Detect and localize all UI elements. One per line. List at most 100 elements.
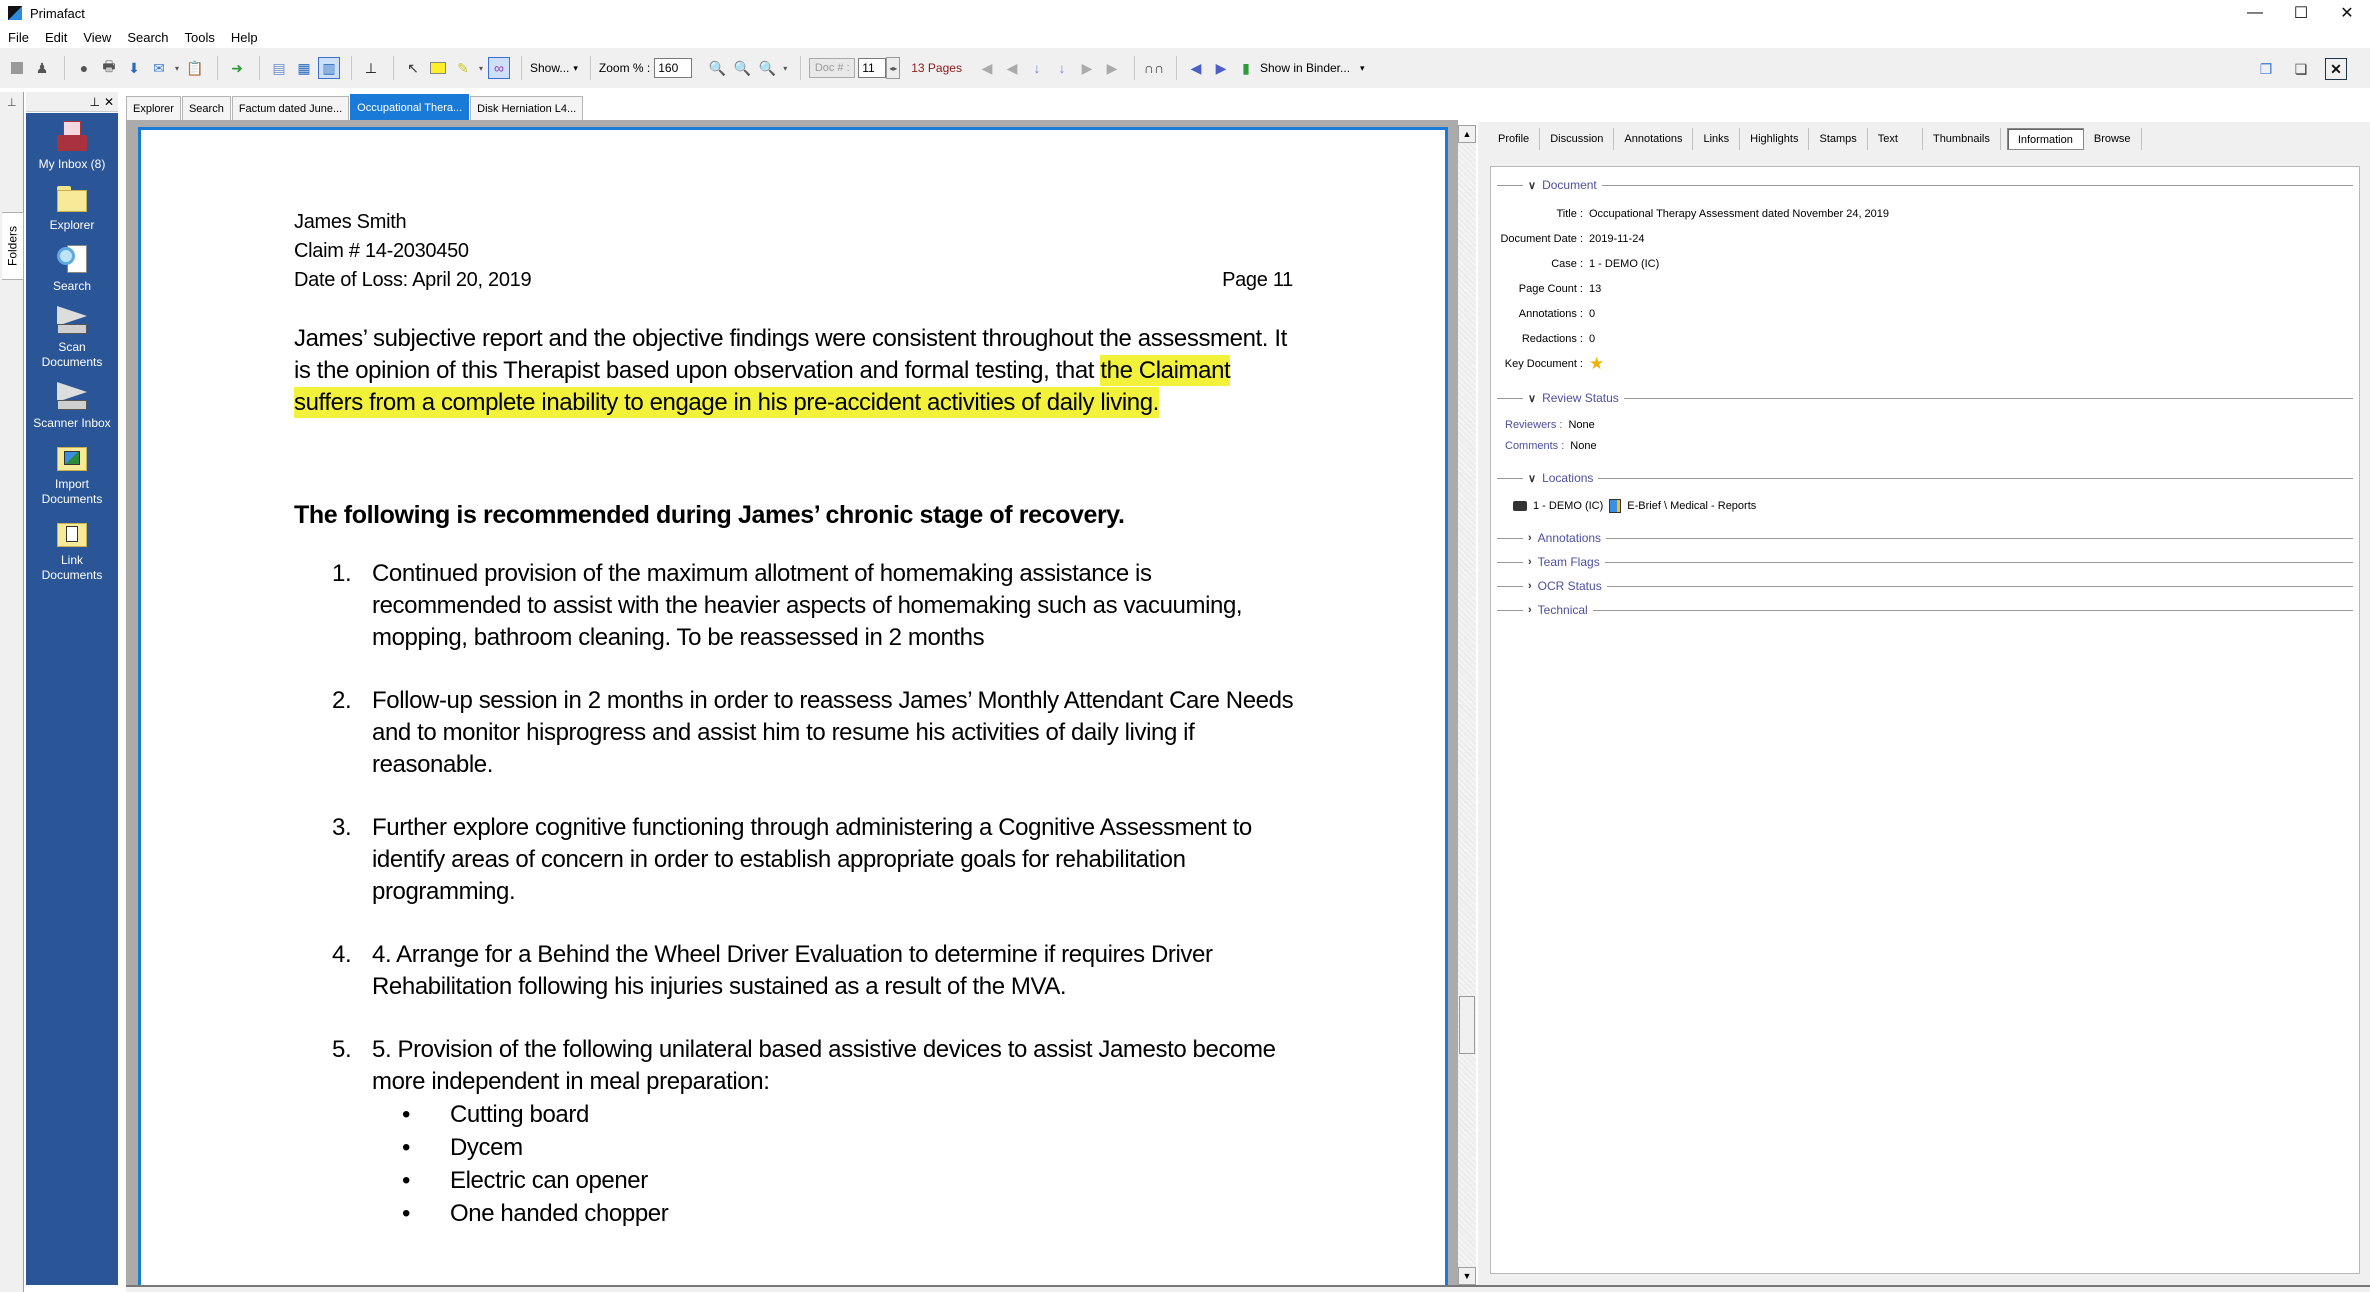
highlighter-icon[interactable]: ✎ — [452, 57, 474, 79]
split-view-icon[interactable]: ▥ — [318, 57, 340, 79]
tab-information[interactable]: Information — [2006, 128, 2084, 150]
tab-text[interactable]: Text — [1868, 128, 1923, 150]
stamp-icon[interactable]: ⊥ — [360, 57, 382, 79]
clipboard-icon[interactable]: 📋 — [184, 57, 206, 79]
section-document[interactable]: ∨ Document — [1497, 177, 2353, 193]
pin-icon[interactable]: ⊥ — [7, 96, 17, 109]
first-doc-icon[interactable]: ◀ — [976, 57, 998, 79]
zoom-in-icon[interactable]: 🔍 — [706, 57, 728, 79]
tab-thumbnails[interactable]: Thumbnails — [1923, 128, 2001, 150]
save-download-icon[interactable]: ⬇ — [123, 57, 145, 79]
dropdown-arrow-icon[interactable]: ▾ — [781, 57, 789, 79]
tab-disk-herniation[interactable]: Disk Herniation L4... — [470, 96, 584, 120]
tab-annotations[interactable]: Annotations — [1614, 128, 1694, 150]
binder-dropdown-icon[interactable]: ▾ — [1360, 63, 1365, 74]
export-arrow-icon[interactable]: ➜ — [226, 57, 248, 79]
menu-tools[interactable]: Tools — [183, 30, 217, 45]
minimize-button[interactable]: — — [2232, 0, 2278, 26]
document-page[interactable]: James Smith Claim # 14-2030450 Date of L… — [138, 127, 1448, 1285]
last-doc-icon[interactable]: ▶ — [1101, 57, 1123, 79]
email-icon[interactable]: ✉ — [148, 57, 170, 79]
location-binder-path[interactable]: E-Brief \ Medical - Reports — [1627, 500, 1756, 512]
chevron-right-icon[interactable]: › — [1528, 604, 1532, 616]
sidebar-item-my-inbox[interactable]: My Inbox (8) — [26, 121, 118, 172]
tab-factum[interactable]: Factum dated June... — [231, 96, 350, 120]
chevron-down-icon[interactable]: ∨ — [1528, 179, 1536, 192]
sidebar-item-scanner-inbox[interactable]: Scanner Inbox — [26, 380, 118, 431]
zoom-out-icon[interactable]: 🔍 — [731, 57, 753, 79]
zoom-fit-icon[interactable]: 🔍 — [756, 57, 778, 79]
dropdown-arrow-icon[interactable]: ▾ — [477, 57, 485, 79]
single-page-view-icon[interactable]: ▤ — [268, 57, 290, 79]
binder-icon[interactable]: ▮ — [1235, 57, 1257, 79]
section-ocr-status[interactable]: › OCR Status — [1497, 578, 2353, 594]
tab-search[interactable]: Search — [181, 96, 231, 120]
tab-links[interactable]: Links — [1693, 128, 1741, 150]
section-team-flags[interactable]: › Team Flags — [1497, 554, 2353, 570]
sidebar-item-scan-documents[interactable]: Scan Documents — [26, 304, 118, 370]
thumbnail-view-icon[interactable]: ▦ — [293, 57, 315, 79]
menu-file[interactable]: File — [6, 30, 31, 45]
menu-view[interactable]: View — [81, 30, 113, 45]
tab-occupational-therapy[interactable]: Occupational Thera... — [350, 94, 470, 120]
print-icon[interactable]: 🖶 — [98, 57, 120, 79]
doc-number-button[interactable]: Doc # : — [809, 58, 856, 78]
stop-icon[interactable] — [6, 57, 28, 79]
chevron-right-icon[interactable]: › — [1528, 532, 1532, 544]
close-button[interactable]: ✕ — [2324, 0, 2370, 26]
folders-tab[interactable]: Folders — [2, 212, 24, 280]
link-icon[interactable]: ∞ — [488, 57, 510, 79]
dropdown-arrow-icon[interactable]: ▾ — [173, 57, 181, 79]
comment-icon[interactable]: ● — [73, 57, 95, 79]
menu-edit[interactable]: Edit — [43, 30, 69, 45]
section-locations[interactable]: ∨ Locations — [1497, 470, 2353, 486]
show-in-binder-button[interactable]: Show in Binder... — [1260, 61, 1350, 75]
doc-number-input[interactable]: 11 — [858, 58, 887, 78]
show-menu-button[interactable]: Show... — [530, 61, 569, 75]
show-dropdown-icon[interactable]: ▾ — [573, 63, 578, 74]
scrollbar-thumb[interactable] — [1459, 995, 1475, 1054]
next-doc-icon[interactable]: ▶ — [1076, 57, 1098, 79]
scroll-down-icon[interactable]: ▼ — [1458, 1267, 1476, 1285]
sidebar-item-link-documents[interactable]: Link Documents — [26, 517, 118, 583]
prev-page-icon[interactable]: ↓ — [1026, 57, 1048, 79]
sticky-note-icon[interactable] — [427, 57, 449, 79]
chevron-down-icon[interactable]: ∨ — [1528, 392, 1536, 405]
chevron-right-icon[interactable]: › — [1528, 580, 1532, 592]
tab-browse[interactable]: Browse — [2084, 128, 2142, 150]
menu-help[interactable]: Help — [229, 30, 260, 45]
section-technical[interactable]: › Technical — [1497, 602, 2353, 618]
next-page-icon[interactable]: ↓ — [1051, 57, 1073, 79]
pin-icon[interactable]: ⊥ — [89, 95, 99, 109]
close-sidebar-icon[interactable]: ✕ — [104, 95, 114, 109]
scroll-up-icon[interactable]: ▲ — [1458, 125, 1476, 143]
star-icon[interactable]: ★ — [1589, 354, 1604, 374]
forward-icon[interactable]: ▶ — [1210, 57, 1232, 79]
section-annotations[interactable]: › Annotations — [1497, 530, 2353, 546]
close-document-icon[interactable]: ✕ — [2325, 58, 2347, 80]
chevron-right-icon[interactable]: › — [1528, 556, 1532, 568]
sidebar-item-import-documents[interactable]: Import Documents — [26, 441, 118, 507]
person-icon[interactable]: ♟ — [31, 57, 53, 79]
maximize-button[interactable]: ☐ — [2278, 0, 2324, 26]
binoculars-icon[interactable]: ∩∩ — [1143, 57, 1165, 79]
tab-highlights[interactable]: Highlights — [1740, 128, 1810, 150]
pointer-icon[interactable]: ↖ — [402, 57, 424, 79]
chevron-down-icon[interactable]: ∨ — [1528, 472, 1536, 485]
tab-profile[interactable]: Profile — [1488, 128, 1541, 150]
tile-windows-icon[interactable]: ❐ — [2255, 58, 2277, 80]
zoom-input[interactable]: 160 — [654, 58, 693, 78]
doc-stepper[interactable]: ◂▸ — [886, 57, 901, 79]
tab-discussion[interactable]: Discussion — [1540, 128, 1615, 150]
cascade-windows-icon[interactable]: ❏ — [2290, 58, 2312, 80]
document-scrollbar[interactable]: ▲ ▼ — [1458, 125, 1476, 1285]
tab-stamps[interactable]: Stamps — [1809, 128, 1868, 150]
sidebar-item-explorer[interactable]: Explorer — [26, 182, 118, 233]
prev-doc-icon[interactable]: ◀ — [1001, 57, 1023, 79]
menu-search[interactable]: Search — [125, 30, 170, 45]
tab-explorer[interactable]: Explorer — [126, 96, 181, 120]
back-icon[interactable]: ◀ — [1185, 57, 1207, 79]
sidebar-item-search[interactable]: Search — [26, 243, 118, 294]
location-case[interactable]: 1 - DEMO (IC) — [1533, 500, 1603, 512]
section-review-status[interactable]: ∨ Review Status — [1497, 390, 2353, 406]
